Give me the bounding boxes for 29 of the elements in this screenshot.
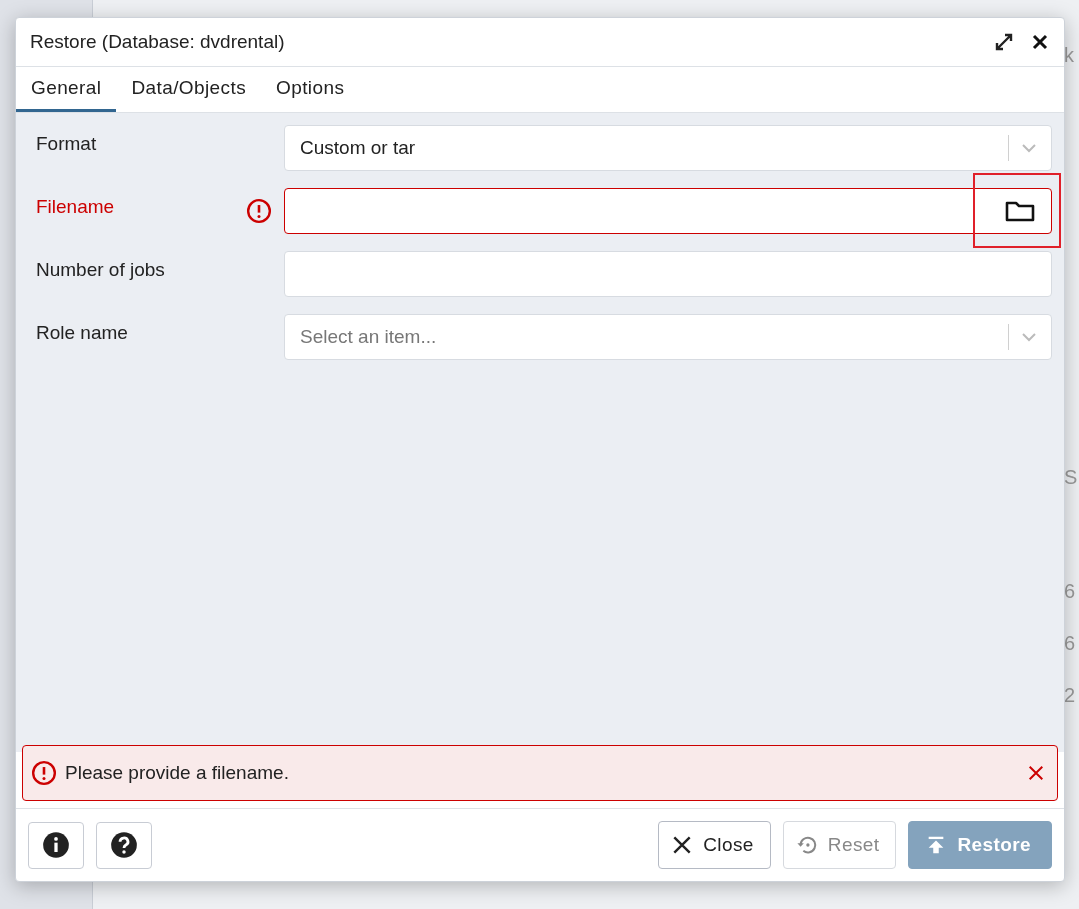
background-text: 6 — [1064, 632, 1076, 655]
folder-icon[interactable] — [1005, 199, 1035, 223]
background-text: 6 — [1064, 580, 1076, 603]
background-text: k — [1064, 44, 1074, 67]
info-button[interactable] — [28, 821, 84, 869]
close-icon[interactable] — [1030, 32, 1050, 52]
background-text: S — [1064, 466, 1078, 489]
tab[interactable]: Options — [261, 67, 360, 112]
field-label: Number of jobs — [36, 258, 166, 281]
background-text: 2 — [1064, 684, 1076, 707]
field-label: Format — [36, 132, 98, 155]
reset-icon — [795, 834, 818, 856]
select-field[interactable]: Select an item... — [284, 314, 1052, 360]
filename-input-field[interactable] — [284, 188, 1052, 234]
help-icon — [110, 831, 138, 859]
select-field[interactable]: Custom or tar — [284, 125, 1052, 171]
error-icon — [31, 760, 57, 786]
tab[interactable]: Data/Objects — [116, 67, 262, 112]
expand-icon[interactable] — [994, 32, 1014, 52]
error-icon — [246, 198, 272, 224]
field-label: Filename — [36, 195, 116, 218]
dismiss-icon[interactable] — [1027, 764, 1045, 782]
dialog-title: Restore (Database: dvdrental) — [30, 31, 286, 53]
error-message: Please provide a filename. — [65, 762, 290, 784]
input-field[interactable] — [284, 251, 1052, 297]
close-button[interactable]: Close — [658, 821, 771, 869]
info-icon — [42, 831, 70, 859]
field-label: Role name — [36, 321, 129, 344]
help-button[interactable] — [96, 821, 152, 869]
